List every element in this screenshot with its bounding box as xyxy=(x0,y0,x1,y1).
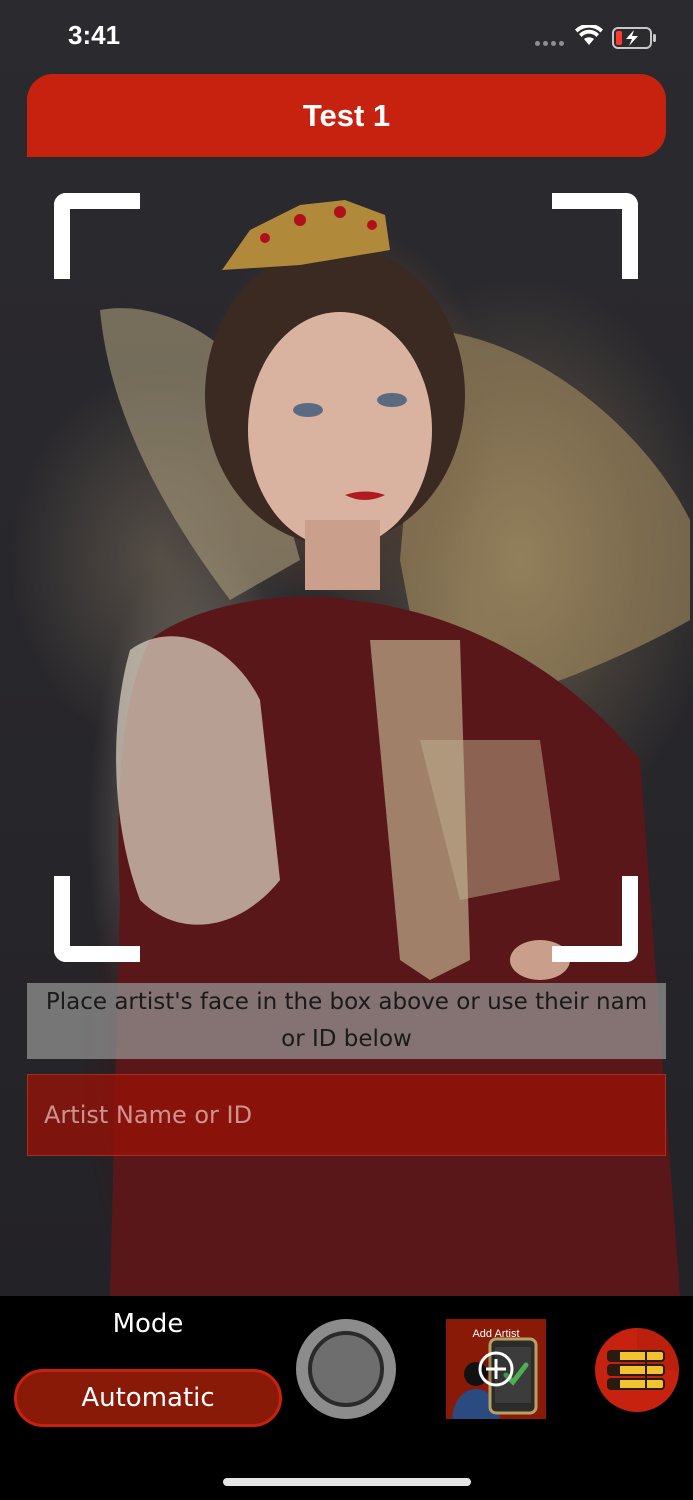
home-indicator[interactable] xyxy=(223,1478,471,1486)
instruction-text: Place artist's face in the box above or … xyxy=(45,989,648,1052)
shutter-button[interactable] xyxy=(296,1319,396,1419)
add-artist-button[interactable]: Add Artist xyxy=(446,1319,546,1419)
title-bar: Test 1 xyxy=(27,74,666,157)
wifi-icon xyxy=(575,25,603,45)
mode-selected-value: Automatic xyxy=(81,1383,215,1413)
mode-selector-button[interactable]: Automatic xyxy=(14,1369,282,1427)
viewfinder-corner-bottom-right xyxy=(552,876,638,962)
status-bar: 3:41 xyxy=(0,0,693,74)
camera-screen: 3:41 Test 1 Place artist's face in the b… xyxy=(0,0,693,1500)
viewfinder-corner-top-right xyxy=(552,193,638,279)
cellular-signal-icon xyxy=(535,41,564,46)
add-artist-label: Add Artist xyxy=(472,1328,520,1340)
camera-shutter-icon xyxy=(308,1331,384,1407)
viewfinder-corner-bottom-left xyxy=(54,876,140,962)
list-menu-icon xyxy=(595,1328,679,1412)
status-time: 3:41 xyxy=(68,20,121,50)
viewfinder-corner-top-left xyxy=(54,193,140,279)
page-title: Test 1 xyxy=(302,97,391,133)
artist-name-or-id-input[interactable] xyxy=(28,1075,665,1155)
mode-label: Mode xyxy=(112,1309,184,1339)
instruction-box: Place artist's face in the box above or … xyxy=(27,983,666,1059)
artist-input-container xyxy=(27,1074,666,1156)
battery-charging-icon xyxy=(612,27,656,49)
artist-list-button[interactable] xyxy=(594,1327,680,1413)
